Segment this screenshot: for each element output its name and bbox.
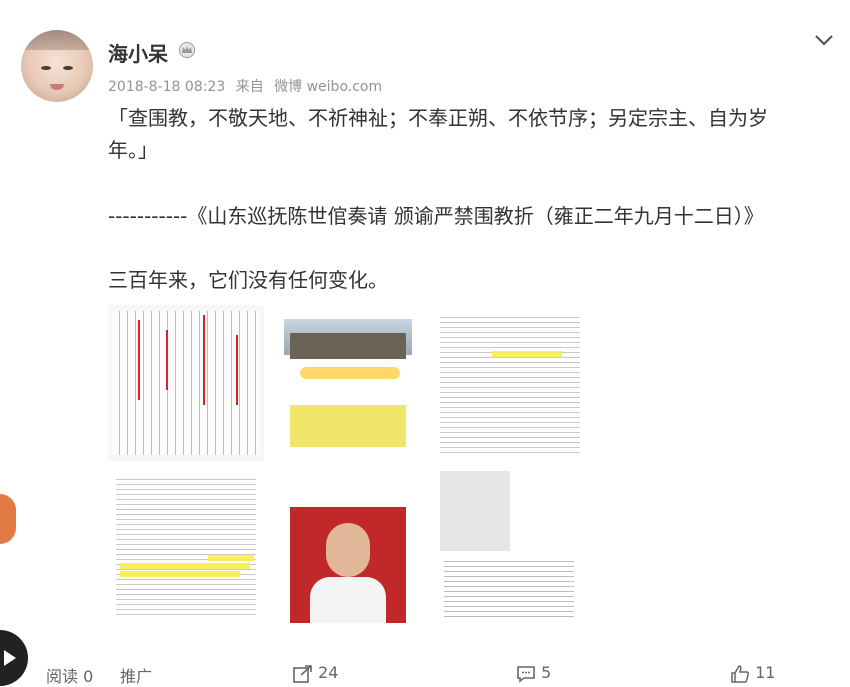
post-text-line: -----------《山东巡抚陈世倌奏请 颁谕严禁围教折（雍正二年九月十二日）… (108, 204, 764, 228)
post-text-line: 「查围教，不敬天地、不祈神祉；不奉正朔、不依节序；另定宗主、自为岁 (108, 106, 768, 130)
post-source[interactable]: 微博 weibo.com (274, 79, 382, 95)
image-thumbnail[interactable] (270, 467, 426, 623)
float-widget[interactable] (0, 494, 16, 544)
avatar-mouth (50, 84, 64, 90)
repost-button[interactable]: 24 (293, 663, 338, 683)
document-scan (116, 475, 256, 615)
building-photo (290, 333, 406, 359)
face (326, 523, 370, 577)
read-count-value: 0 (83, 667, 94, 686)
comment-button[interactable]: 5 (516, 663, 551, 683)
book-cover (440, 471, 510, 551)
action-bar: 阅读 0 推广 24 5 11 (0, 655, 850, 686)
post-time[interactable]: 2018-8-18 08:23 (108, 79, 225, 95)
shirt (310, 577, 386, 623)
promote-button[interactable]: 推广 (120, 663, 152, 687)
thumbs-up-icon (731, 664, 750, 683)
post-text-line: 三百年来，它们没有任何变化。 (108, 268, 388, 292)
chevron-down-icon[interactable] (812, 30, 836, 50)
image-thumbnail[interactable] (270, 305, 426, 461)
red-annotation (138, 320, 140, 400)
crown-badge-icon (179, 42, 195, 58)
repost-icon (293, 664, 312, 683)
highlight-mark (120, 571, 240, 577)
like-count: 11 (755, 663, 776, 682)
avatar-eye (41, 66, 51, 70)
avatar[interactable] (21, 30, 93, 102)
post-text-line: 年。」 (108, 138, 158, 162)
highlight-mark (208, 555, 254, 561)
highlight-mark (120, 563, 250, 569)
image-thumbnail[interactable] (432, 467, 588, 623)
red-annotation (166, 330, 168, 390)
read-label: 阅读 (46, 667, 79, 686)
document-scan (440, 313, 580, 453)
username[interactable]: 海小呆 (108, 38, 168, 67)
read-count: 阅读 0 (46, 663, 93, 687)
like-button[interactable]: 11 (730, 663, 775, 684)
red-annotation (236, 335, 238, 405)
comment-count: 5 (541, 663, 552, 682)
source-prefix: 来自 (235, 79, 264, 95)
highlight-mark (492, 351, 562, 357)
image-thumbnail[interactable] (432, 305, 588, 461)
portrait-photo (290, 507, 406, 623)
avatar-eye (63, 66, 73, 70)
red-annotation (203, 315, 205, 405)
image-thumbnail[interactable] (108, 305, 264, 461)
repost-count: 24 (318, 663, 339, 682)
highlight-box (290, 405, 406, 447)
post-meta: 2018-8-18 08:23 来自 微博 weibo.com (108, 76, 388, 96)
image-thumbnail[interactable] (108, 467, 264, 623)
comment-icon (517, 665, 535, 683)
avatar-hair (21, 30, 93, 50)
document-scan (444, 557, 574, 617)
banner (300, 367, 400, 379)
